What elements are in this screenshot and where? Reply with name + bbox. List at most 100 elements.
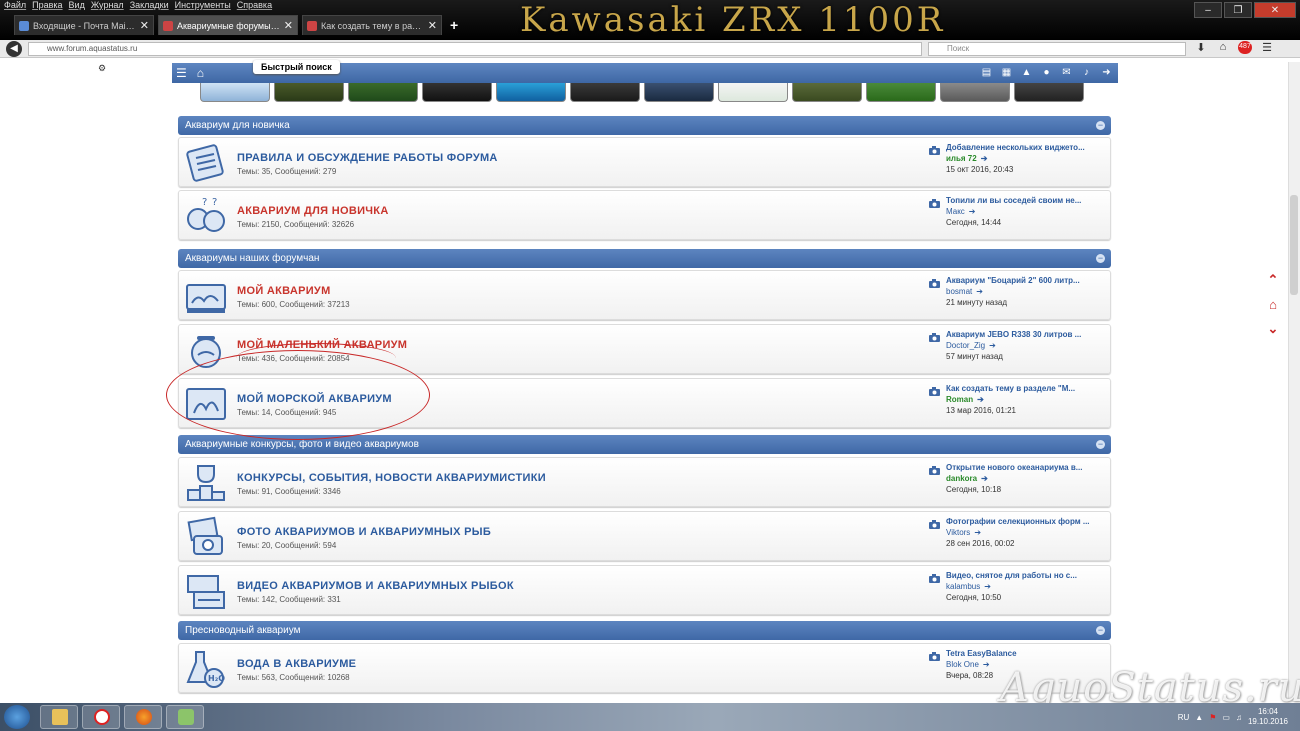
category-header[interactable]: Пресноводный аквариум − [178,621,1111,640]
thumbnail[interactable] [940,83,1010,102]
author-link[interactable]: Макс [946,207,965,216]
menu-view[interactable]: Вид [69,0,85,13]
last-post-title-link[interactable]: Топили ли вы соседей своим не... [946,196,1108,205]
taskbar-yandex[interactable] [82,705,120,729]
taskbar-firefox[interactable] [124,705,162,729]
taskbar-app[interactable] [166,705,204,729]
hamburger-menu-icon[interactable]: ☰ [176,66,187,80]
go-to-post-arrow-icon[interactable]: ➔ [969,207,976,216]
tab-forum[interactable]: Аквариумные форумы Аq... ✕ [158,15,298,35]
last-post-title-link[interactable]: Фотографии селекционных форм ... [946,517,1108,526]
last-post-title-link[interactable]: Видео, снятое для работы но с... [946,571,1108,580]
collapse-icon[interactable]: − [1096,440,1105,449]
notification-badge[interactable]: 487 [1238,41,1252,54]
author-link[interactable]: dankora [946,474,977,483]
start-button[interactable] [4,705,30,729]
author-link[interactable]: Blok One [946,660,979,669]
forum-title-link[interactable]: ВОДА В АКВАРИУМЕ [237,658,356,670]
calculator-icon[interactable]: ▦ [1001,67,1012,78]
author-link[interactable]: kalambus [946,582,980,591]
last-post-title-link[interactable]: Открытие нового океанариума в... [946,463,1108,472]
tab-mail[interactable]: Входящие - Почта Mail.Ru ✕ [14,15,154,35]
thumbnail[interactable] [718,83,788,102]
category-header[interactable]: Аквариум для новичка − [178,116,1111,135]
last-post-title-link[interactable]: Добавление нескольких виджето... [946,143,1108,152]
scroll-up-icon[interactable]: ⌃ [1264,272,1282,288]
taskbar-clock[interactable]: 16:04 19.10.2016 [1248,707,1288,727]
graduation-cap-icon[interactable]: ▲ [1021,67,1032,78]
network-icon[interactable]: ▭ [1222,713,1230,722]
forum-title-link[interactable]: АКВАРИУМ ДЛЯ НОВИЧКА [237,205,389,217]
maximize-button[interactable]: ❐ [1224,2,1252,18]
download-icon[interactable]: ⬇ [1194,41,1208,54]
collapse-icon[interactable]: − [1096,254,1105,263]
tab-create-topic[interactable]: Как создать тему в раздел... ✕ [302,15,442,35]
last-post-title-link[interactable]: Аквариум JEBO R338 30 литров ... [946,330,1108,339]
collapse-icon[interactable]: − [1096,626,1105,635]
messages-icon[interactable]: ✉ [1061,67,1072,78]
thumbnail[interactable] [200,83,270,102]
last-post-title-link[interactable]: Как создать тему в разделе "М... [946,384,1108,393]
home-icon[interactable]: ⌂ [1216,41,1230,54]
go-to-post-arrow-icon[interactable]: ➔ [974,528,981,537]
thumbnail[interactable] [644,83,714,102]
go-to-post-arrow-icon[interactable]: ➔ [983,660,990,669]
user-icon[interactable]: ● [1041,67,1052,78]
home-icon[interactable]: ⌂ [197,66,204,80]
flag-icon[interactable]: ⚑ [1209,713,1216,722]
close-window-button[interactable]: ✕ [1254,2,1296,18]
forum-title-link[interactable]: МОЙ АКВАРИУМ [237,285,331,297]
quick-search-button[interactable]: Быстрый поиск [253,60,340,74]
menu-bookmarks[interactable]: Закладки [130,0,169,13]
thumbnail[interactable] [496,83,566,102]
go-to-post-arrow-icon[interactable]: ➔ [981,154,988,163]
forum-title-link[interactable]: КОНКУРСЫ, СОБЫТИЯ, НОВОСТИ АКВАРИУМИСТИК… [237,472,546,484]
last-post-title-link[interactable]: Аквариум "Боцарий 2" 600 литр... [946,276,1108,285]
address-bar[interactable]: www.forum.aquastatus.ru [28,42,922,56]
clipboard-icon[interactable]: ▤ [981,67,992,78]
gear-icon[interactable]: ⚙ [98,63,106,74]
home-icon[interactable]: ⌂ [1264,297,1282,312]
close-tab-icon[interactable]: ✕ [284,19,293,32]
thumbnail[interactable] [274,83,344,102]
browser-menu-icon[interactable]: ☰ [1260,41,1274,54]
tray-expand-icon[interactable]: ▲ [1195,713,1203,722]
go-to-post-arrow-icon[interactable]: ➔ [989,341,996,350]
taskbar-explorer[interactable] [40,705,78,729]
go-to-post-arrow-icon[interactable]: ➔ [981,474,988,483]
forum-title-link[interactable]: ВИДЕО АКВАРИУМОВ И АКВАРИУМНЫХ РЫБОК [237,580,514,592]
thumbnail[interactable] [570,83,640,102]
thumbnail[interactable] [348,83,418,102]
author-link[interactable]: Roman [946,395,973,404]
go-to-post-arrow-icon[interactable]: ➔ [984,582,991,591]
collapse-icon[interactable]: − [1096,121,1105,130]
menu-history[interactable]: Журнал [91,0,124,13]
author-link[interactable]: Viktors [946,528,970,537]
back-arrow-icon[interactable]: ◀ [6,41,22,57]
forum-title-link[interactable]: ФОТО АКВАРИУМОВ И АКВАРИУМНЫХ РЫБ [237,526,491,538]
bell-icon[interactable]: ♪ [1081,67,1092,78]
thumbnail[interactable] [422,83,492,102]
volume-icon[interactable]: ♫ [1236,713,1242,722]
close-tab-icon[interactable]: ✕ [140,19,149,32]
thumbnail[interactable] [792,83,862,102]
go-to-post-arrow-icon[interactable]: ➔ [976,287,983,296]
author-link[interactable]: bosmat [946,287,972,296]
vertical-scrollbar[interactable] [1288,62,1300,702]
author-link[interactable]: илья 72 [946,154,977,163]
search-input[interactable]: Поиск [928,42,1186,56]
author-link[interactable]: Doctor_Zig [946,341,985,350]
thumbnail[interactable] [866,83,936,102]
language-indicator[interactable]: RU [1178,713,1190,722]
last-post-title-link[interactable]: Tetra EasyBalance [946,649,1108,658]
new-tab-button[interactable]: + [446,15,462,35]
category-header[interactable]: Аквариумы наших форумчан − [178,249,1111,268]
menu-file[interactable]: Файл [4,0,26,13]
close-tab-icon[interactable]: ✕ [428,19,437,32]
forum-title-link[interactable]: ПРАВИЛА И ОБСУЖДЕНИЕ РАБОТЫ ФОРУМА [237,152,498,164]
menu-help[interactable]: Справка [237,0,272,13]
logout-icon[interactable]: ➜ [1101,67,1112,78]
thumbnail[interactable] [1014,83,1084,102]
minimize-button[interactable]: ‒ [1194,2,1222,18]
menu-tools[interactable]: Инструменты [175,0,231,13]
